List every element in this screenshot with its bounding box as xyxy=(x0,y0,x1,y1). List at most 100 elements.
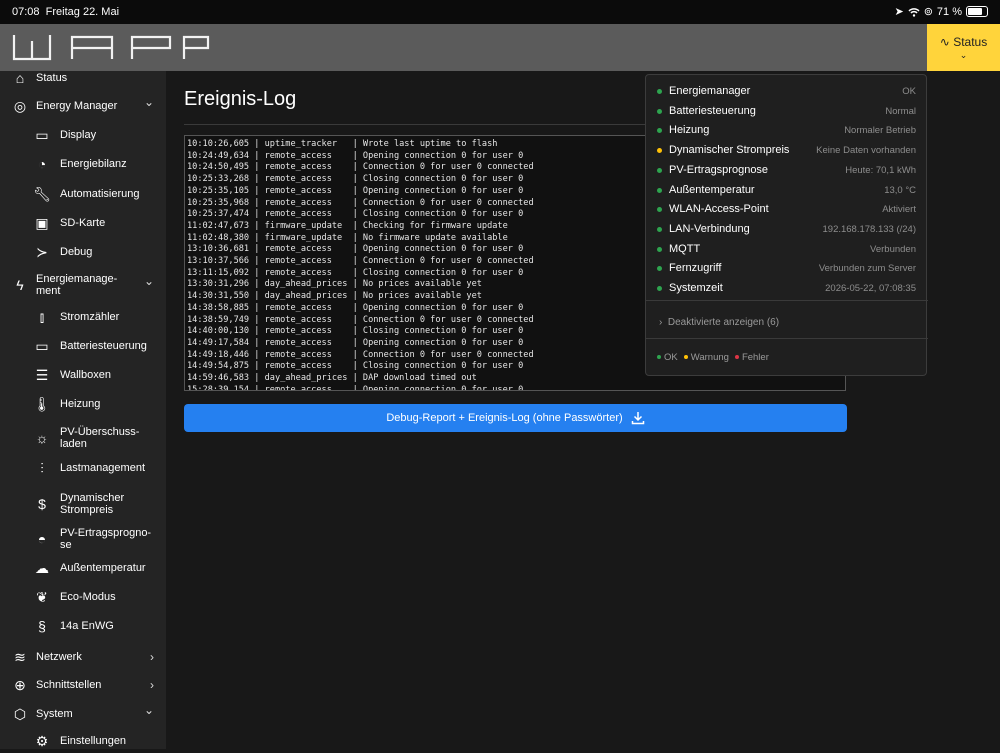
status-dot-icon xyxy=(657,226,662,232)
sidebar-item-20[interactable]: ⊕ Schnittstellen › xyxy=(0,672,166,698)
status-name: WLAN-Access-Point xyxy=(669,203,769,216)
status-popup: › Deaktivierte anzeigen (6) OK Warnung F… xyxy=(645,74,928,376)
sidebar-item-2[interactable]: ▭ Display xyxy=(0,122,166,148)
sidebar-nav: ⌂ Status ◎ Energy Manager ⌄ ▭ Display ◔ Energieb… xyxy=(0,70,166,749)
sidebar-item-7[interactable]: ϟ Energiemanage- ment ⌄ xyxy=(0,268,166,302)
sliders-icon: ⫶ xyxy=(40,459,44,476)
sidebar-item-label: Netzwerk xyxy=(36,651,82,663)
download-debug-report-button[interactable]: Debug-Report + Ereignis-Log (ohne Passwö… xyxy=(184,404,847,432)
monitor-icon: ▭ xyxy=(35,126,49,143)
battery-icon xyxy=(966,6,988,17)
globe-icon: ⊕ xyxy=(14,676,26,693)
sidebar-item-6[interactable]: ≻ Debug xyxy=(0,239,166,265)
status-row[interactable]: WLAN-Access-Point Aktiviert xyxy=(646,201,928,219)
status-name: Energiemanager xyxy=(669,85,751,97)
status-row[interactable]: Außentemperatur 13,0 °C xyxy=(646,182,928,200)
sidebar-item-4[interactable]: 🔧︎ Automatisierung xyxy=(0,181,166,207)
sidebar-item-8[interactable]: ⫾ Stromzähler xyxy=(0,304,166,330)
sidebar-item-label: PV-Überschuss- laden xyxy=(60,426,140,450)
status-toggle-button[interactable]: ∿ Status ⌄ xyxy=(927,24,1000,71)
sidebar-item-label: Status xyxy=(36,72,68,84)
server-icon: ☰ xyxy=(35,366,49,383)
status-name: Heizung xyxy=(669,124,710,137)
status-row[interactable]: Dynamischer Strompreis Keine Daten vorhan… xyxy=(646,142,928,160)
ios-clock: 07:08 Freitag 22. Mai xyxy=(12,6,119,18)
sun-icon: ☼ xyxy=(35,430,49,446)
sidebar-item-21[interactable]: ⬡ System ⌄ xyxy=(0,701,166,727)
ios-date: Freitag 22. Mai xyxy=(45,6,120,18)
status-name: Dynamischer Strompreis xyxy=(669,144,790,157)
dollar-circle-icon: $ xyxy=(38,496,46,512)
sidebar-item-17[interactable]: ❦ Eco-Modus xyxy=(0,584,166,610)
sidebar-item-label: 14a EnWG xyxy=(60,620,114,632)
status-row[interactable]: MQTT Verbunden xyxy=(646,241,928,259)
sidebar-item-label: Stromzähler xyxy=(60,311,120,323)
battery-percent: 71 % xyxy=(936,5,962,18)
sidebar-item-18[interactable]: § 14a EnWG xyxy=(0,613,166,639)
popup-divider xyxy=(646,300,928,301)
status-value: Normal xyxy=(885,105,916,117)
chevron-down-icon: ⌄ xyxy=(143,703,154,717)
target-icon: ◎ xyxy=(13,97,27,114)
download-button-label: Debug-Report + Ereignis-Log (ohne Passwö… xyxy=(386,412,623,424)
sidebar-item-3[interactable]: ◔ Energiebilanz xyxy=(0,151,166,177)
status-row[interactable]: Systemzeit 2026-05-22, 07:08:35 xyxy=(646,280,928,298)
app-header: ∿ Status ⌄ xyxy=(0,24,1000,71)
sidebar-item-label: Heizung xyxy=(60,398,101,410)
status-row[interactable]: Batteriesteuerung Normal xyxy=(646,103,928,121)
legend-warn: Warnung xyxy=(683,352,729,363)
status-name: Systemzeit xyxy=(669,282,723,294)
sidebar-item-15[interactable]: ◓ PV-Ertragsprogno- se xyxy=(0,523,166,555)
status-dot-icon xyxy=(657,128,662,134)
status-row[interactable]: PV-Ertragsprognose Heute: 70,1 kWh xyxy=(646,162,928,180)
box-icon: ⬡ xyxy=(13,705,27,722)
status-row[interactable]: Fernzugriff Verbunden zum Server xyxy=(646,260,928,278)
page-title: Ereignis-Log xyxy=(184,88,297,110)
sunrise-icon: ◓ xyxy=(37,531,47,547)
sidebar-item-22[interactable]: ⚙︎ Einstellungen xyxy=(0,729,166,753)
show-deactivated-toggle[interactable]: › Deaktivierte anzeigen (6) xyxy=(659,317,779,328)
sidebar-item-5[interactable]: ▣ SD-Karte xyxy=(0,210,166,236)
chevron-right-icon: › xyxy=(150,678,154,692)
sidebar-item-16[interactable]: ☁︎ Außentemperatur xyxy=(0,555,166,581)
status-value: Verbunden xyxy=(870,243,916,255)
sidebar-item-19[interactable]: ≋ Netzwerk › xyxy=(0,644,166,670)
status-row[interactable]: Heizung Normaler Betrieb xyxy=(646,122,928,140)
location-icon: ➤ xyxy=(894,6,904,18)
sidebar-item-14[interactable]: $ Dynamischer Strompreis xyxy=(0,488,166,520)
status-value: Heute: 70,1 kWh xyxy=(845,164,916,176)
sidebar-item-label: Display xyxy=(60,129,97,141)
status-row[interactable]: Energiemanager OK xyxy=(646,83,928,101)
log-line: 15:28:39,154 | remote_access | Opening c… xyxy=(187,384,524,391)
chevron-right-icon: › xyxy=(150,650,154,664)
status-value: 192.168.178.133 (/24) xyxy=(822,223,917,235)
status-dot-icon xyxy=(657,286,662,291)
sidebar-item-label: Außentemperatur xyxy=(60,562,146,574)
sidebar-item-label: SD-Karte xyxy=(60,217,106,229)
status-name: MQTT xyxy=(669,242,701,255)
status-dot-icon xyxy=(657,246,662,252)
home-icon: ⌂ xyxy=(15,70,25,86)
sidebar-item-13[interactable]: ⫶ Lastmanagement xyxy=(0,455,166,481)
paragraph-icon: § xyxy=(38,618,46,634)
sidebar-item-label: Debug xyxy=(60,246,93,258)
sidebar-item-11[interactable]: 🌡︎ Heizung xyxy=(0,391,166,417)
wifi-status-icon xyxy=(908,7,920,17)
pie-chart-icon: ◔ xyxy=(37,156,47,172)
sidebar-item-12[interactable]: ☼ PV-Überschuss- laden xyxy=(0,423,166,453)
status-row[interactable]: LAN-Verbindung 192.168.178.133 (/24) xyxy=(646,221,928,239)
legend-err-label: Fehler xyxy=(741,352,769,363)
status-dot-icon xyxy=(657,167,662,173)
sidebar-item-10[interactable]: ☰ Wallboxen xyxy=(0,362,166,388)
sidebar-item-0[interactable]: ⌂ Status xyxy=(0,67,166,89)
sidebar-item-1[interactable]: ◎ Energy Manager ⌄ xyxy=(0,93,166,119)
wrench-icon: 🔧︎ xyxy=(33,185,51,202)
bar-chart-icon: ⫾ xyxy=(39,308,45,325)
cloud-sun-icon: ☁︎ xyxy=(35,559,49,576)
status-value: 2026-05-22, 07:08:35 xyxy=(825,283,916,294)
sidebar-item-label: Dynamischer Strompreis xyxy=(60,492,125,516)
sidebar-item-9[interactable]: ▭ Batteriesteuerung xyxy=(0,333,166,359)
status-dot-icon xyxy=(657,187,662,193)
legend-ok-label: OK xyxy=(664,352,678,363)
battery-icon: ▭ xyxy=(35,337,49,354)
